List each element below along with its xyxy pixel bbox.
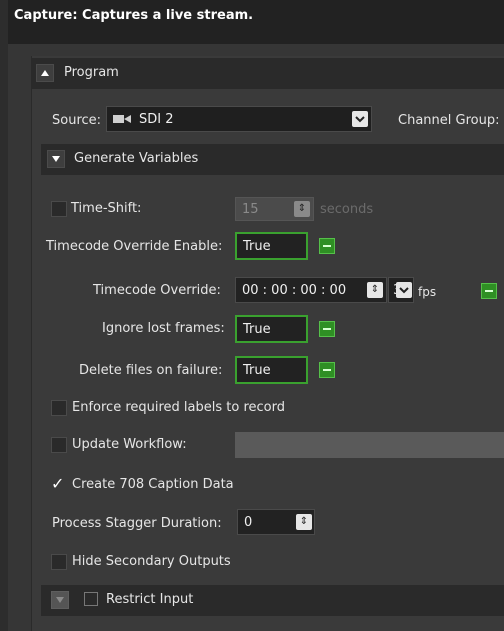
time-shift-label: Time-Shift: [71, 201, 142, 216]
timecode-override-enable-label: Timecode Override Enable: [46, 239, 223, 254]
source-dropdown-button[interactable] [352, 111, 368, 127]
hide-secondary-checkbox[interactable] [51, 554, 67, 570]
timecode-override-label: Timecode Override: [93, 283, 221, 298]
source-label: Source: [52, 113, 102, 128]
timecode-override-stepper[interactable]: ⇕ [367, 282, 383, 298]
stepper-icon: ⇕ [297, 203, 307, 214]
source-value: SDI 2 [139, 111, 174, 127]
timecode-override-enable-value: True [243, 238, 271, 254]
timecode-override-enable-toggle[interactable] [319, 238, 335, 254]
ignore-lost-frames-toggle[interactable] [319, 321, 335, 337]
enforce-labels-checkbox[interactable] [51, 400, 67, 416]
chevron-down-icon [52, 156, 60, 162]
delete-files-on-failure-value: True [243, 362, 271, 378]
program-collapse-button[interactable] [36, 64, 54, 82]
caption-708-checkbox[interactable]: ✓ [51, 476, 67, 492]
delete-files-on-failure-field[interactable]: True [235, 356, 308, 384]
ignore-lost-frames-label: Ignore lost frames: [102, 321, 225, 336]
program-panel [31, 56, 504, 631]
timecode-override-toggle[interactable] [481, 283, 497, 299]
chevron-up-icon [41, 70, 49, 76]
chevron-down-icon [56, 597, 64, 603]
generate-variables-expand-button[interactable] [47, 150, 65, 168]
chevron-down-icon [399, 286, 409, 293]
fps-unit: fps [418, 285, 437, 299]
camera-icon [113, 113, 131, 125]
restrict-input-label: Restrict Input [106, 592, 194, 607]
time-shift-value: 15 [242, 201, 259, 217]
caption-708-label: Create 708 Caption Data [72, 477, 234, 492]
update-workflow-checkbox[interactable] [51, 437, 67, 453]
generate-variables-title: Generate Variables [74, 151, 199, 166]
chevron-down-icon [355, 115, 365, 122]
fps-dropdown-button[interactable] [396, 282, 412, 298]
delete-files-on-failure-label: Delete files on failure: [79, 363, 223, 378]
delete-files-on-failure-toggle[interactable] [319, 362, 335, 378]
timecode-override-value: 00 : 00 : 00 : 00 [242, 282, 347, 298]
process-stagger-stepper[interactable]: ⇕ [296, 514, 312, 530]
stepper-icon: ⇕ [370, 284, 380, 295]
stepper-icon: ⇕ [299, 516, 309, 527]
program-section-title: Program [64, 65, 119, 80]
ignore-lost-frames-field[interactable]: True [235, 315, 308, 343]
hide-secondary-label: Hide Secondary Outputs [72, 554, 231, 569]
process-stagger-value: 0 [244, 514, 253, 530]
update-workflow-field[interactable] [235, 432, 504, 458]
checkmark-icon: ✓ [51, 474, 65, 493]
update-workflow-label: Update Workflow: [72, 437, 187, 452]
source-dropdown[interactable]: SDI 2 [106, 106, 372, 132]
panel-title: Capture: Captures a live stream. [14, 8, 254, 23]
restrict-input-checkbox[interactable] [84, 592, 98, 606]
channel-group-label: Channel Group: [398, 113, 500, 128]
time-shift-checkbox[interactable] [51, 201, 67, 217]
enforce-labels-label: Enforce required labels to record [72, 400, 285, 415]
time-shift-unit: seconds [320, 202, 374, 217]
restrict-input-expand-button[interactable] [51, 591, 69, 609]
time-shift-stepper[interactable]: ⇕ [294, 201, 310, 217]
timecode-override-input[interactable]: 00 : 00 : 00 : 00 [235, 277, 387, 303]
ignore-lost-frames-value: True [243, 321, 271, 337]
timecode-override-enable-field[interactable]: True [235, 232, 308, 260]
process-stagger-label: Process Stagger Duration: [52, 516, 222, 531]
